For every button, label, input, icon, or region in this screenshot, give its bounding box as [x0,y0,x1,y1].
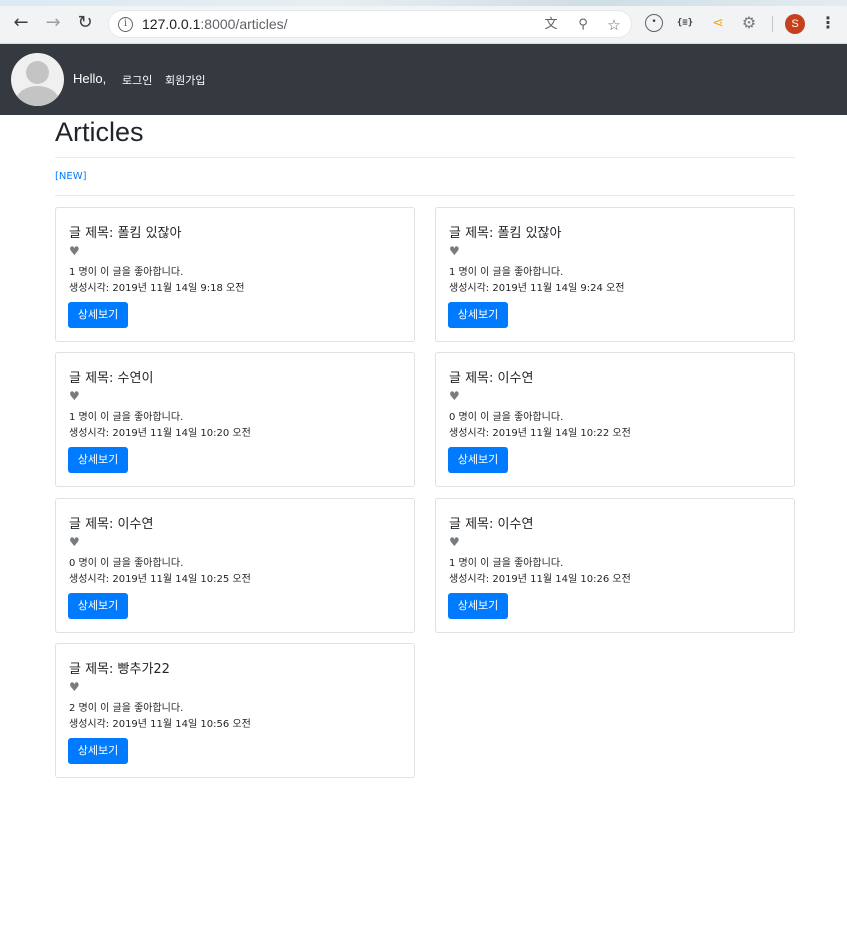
settings-extension-icon[interactable]: ⚙ [740,14,758,32]
detail-button[interactable]: 상세보기 [68,447,128,473]
greeting-text: Hello, [73,71,107,86]
article-title: 글 제목: 수연이 [69,371,154,386]
reload-icon[interactable]: ↻ [74,12,96,34]
article-title: 글 제목: 이수연 [449,517,534,532]
avatar-head [26,61,49,84]
created-at: 생성시각: 2019년 11월 14일 9:18 오전 [69,283,245,294]
article-card: 글 제목: 수연이 ♥ 1 명이 이 글을 좋아합니다. 생성시각: 2019년… [55,352,415,487]
heart-icon[interactable]: ♥ [69,244,80,258]
new-article-link[interactable]: [NEW] [55,171,87,182]
article-title: 글 제목: 이수연 [69,517,154,532]
article-card: 글 제목: 폴킴 있잖아 ♥ 1 명이 이 글을 좋아합니다. 생성시각: 20… [55,207,415,342]
zoom-icon[interactable]: ⚲ [575,17,591,33]
detail-button[interactable]: 상세보기 [448,302,508,328]
created-at: 생성시각: 2019년 11월 14일 10:20 오전 [69,428,251,439]
detail-button[interactable]: 상세보기 [448,593,508,619]
like-count: 1 명이 이 글을 좋아합니다. [449,558,564,569]
article-card: 글 제목: 폴킴 있잖아 ♥ 1 명이 이 글을 좋아합니다. 생성시각: 20… [435,207,795,342]
browser-toolbar: ← → ↻ i 127.0.0.1:8000/articles/ 文 ⚲ ☆ •… [0,0,847,44]
like-count: 1 명이 이 글을 좋아합니다. [69,267,184,278]
heart-icon[interactable]: ♥ [449,244,460,258]
bookmark-star-icon[interactable]: ☆ [606,17,622,33]
profile-avatar[interactable]: S [785,14,805,34]
avatar-body [16,86,59,106]
article-title: 글 제목: 빵추가22 [69,662,170,677]
back-icon[interactable]: ← [10,12,32,34]
divider [55,157,795,158]
article-card: 글 제목: 빵추가22 ♥ 2 명이 이 글을 좋아합니다. 생성시각: 201… [55,643,415,778]
url-host: 127.0.0.1 [142,16,201,32]
heart-icon[interactable]: ♥ [69,535,80,549]
share-extension-icon[interactable]: ⋖ [709,14,727,32]
address-bar[interactable]: i 127.0.0.1:8000/articles/ 文 ⚲ ☆ [108,10,632,38]
created-at: 생성시각: 2019년 11월 14일 10:56 오전 [69,719,251,730]
heart-icon[interactable]: ♥ [69,680,80,694]
user-avatar [11,53,64,106]
like-count: 0 명이 이 글을 좋아합니다. [449,412,564,423]
article-title: 글 제목: 이수연 [449,371,534,386]
translate-icon[interactable]: 文 [543,17,559,33]
created-at: 생성시각: 2019년 11월 14일 10:25 오전 [69,574,251,585]
json-extension-icon[interactable]: {≡} [676,14,694,32]
tab-strip [0,0,847,6]
login-link[interactable]: 로그인 [122,72,152,88]
divider [55,195,795,196]
article-card: 글 제목: 이수연 ♥ 0 명이 이 글을 좋아합니다. 생성시각: 2019년… [55,498,415,633]
like-count: 1 명이 이 글을 좋아합니다. [69,412,184,423]
address-url[interactable]: 127.0.0.1:8000/articles/ [142,16,288,32]
page-title: Articles [55,117,144,147]
created-at: 생성시각: 2019년 11월 14일 9:24 오전 [449,283,625,294]
toolbar-divider [772,16,773,32]
created-at: 생성시각: 2019년 11월 14일 10:26 오전 [449,574,631,585]
detail-button[interactable]: 상세보기 [68,738,128,764]
article-card: 글 제목: 이수연 ♥ 1 명이 이 글을 좋아합니다. 생성시각: 2019년… [435,498,795,633]
heart-icon[interactable]: ♥ [69,389,80,403]
like-count: 0 명이 이 글을 좋아합니다. [69,558,184,569]
detail-button[interactable]: 상세보기 [68,302,128,328]
site-info-icon[interactable]: i [118,17,133,32]
article-title: 글 제목: 폴킴 있잖아 [449,226,562,241]
heart-icon[interactable]: ♥ [449,389,460,403]
signup-link[interactable]: 회원가입 [165,72,205,88]
url-path: :8000/articles/ [200,16,288,32]
article-title: 글 제목: 폴킴 있잖아 [69,226,182,241]
like-count: 2 명이 이 글을 좋아합니다. [69,703,184,714]
detail-button[interactable]: 상세보기 [448,447,508,473]
browser-menu-icon[interactable]: ⋮ [820,13,836,33]
extension-icon-1[interactable]: • [645,14,663,32]
detail-button[interactable]: 상세보기 [68,593,128,619]
heart-icon[interactable]: ♥ [449,535,460,549]
like-count: 1 명이 이 글을 좋아합니다. [449,267,564,278]
article-card: 글 제목: 이수연 ♥ 0 명이 이 글을 좋아합니다. 생성시각: 2019년… [435,352,795,487]
site-navbar: Hello, 로그인 회원가입 [0,44,847,115]
forward-icon[interactable]: → [42,12,64,34]
created-at: 생성시각: 2019년 11월 14일 10:22 오전 [449,428,631,439]
